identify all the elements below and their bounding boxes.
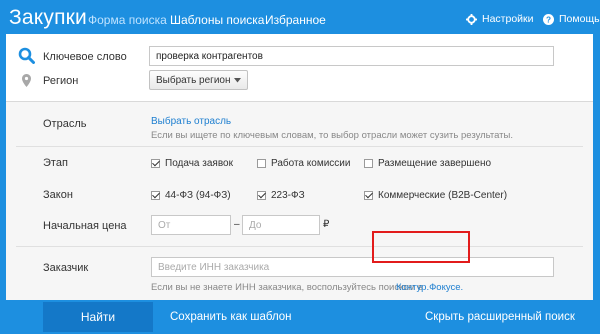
checkbox[interactable] [364, 159, 373, 168]
industry-hint: Если вы ищете по ключевым словам, то выб… [151, 130, 514, 141]
checkbox-label: Коммерческие (B2B-Center) [378, 190, 508, 201]
location-pin-icon [22, 74, 31, 87]
checkbox-label: Размещение завершено [378, 158, 492, 169]
customer-hint: Если вы не знаете ИНН заказчика, восполь… [151, 282, 423, 293]
price-from-input[interactable]: От [151, 215, 231, 235]
checkbox-label: Работа комиссии [271, 158, 351, 169]
law-option-223fz[interactable]: 223-ФЗ [257, 190, 305, 201]
tab-search-form[interactable]: Форма поиска [88, 13, 167, 27]
stage-option-commission[interactable]: Работа комиссии [257, 158, 350, 169]
price-to-input[interactable]: До [242, 215, 320, 235]
settings-label: Настройки [482, 13, 534, 25]
law-label: Закон [43, 189, 73, 201]
checkbox-label: 223-ФЗ [271, 190, 305, 201]
hide-advanced-search-link[interactable]: Скрыть расширенный поиск [425, 311, 575, 323]
checkbox-label: 44-ФЗ (94-ФЗ) [165, 190, 231, 201]
svg-text:?: ? [546, 15, 551, 24]
customer-inn-input[interactable]: Введите ИНН заказчика [151, 257, 554, 277]
checkbox-label: Подача заявок [165, 158, 233, 169]
settings-link[interactable]: Настройки [466, 13, 534, 25]
tab-search-templates[interactable]: Шаблоны поиска [170, 13, 264, 27]
price-dash: – [234, 219, 240, 230]
save-template-link[interactable]: Сохранить как шаблон [170, 311, 292, 323]
keyword-label: Ключевое слово [43, 51, 127, 63]
gear-icon [466, 13, 477, 25]
region-select-value: Выбрать регион [156, 74, 231, 86]
keyword-input[interactable]: проверка контрагентов [149, 46, 554, 66]
search-panel: Ключевое слово проверка контрагентов Рег… [6, 34, 593, 300]
checkbox[interactable] [364, 191, 373, 200]
help-label: Помощь [559, 13, 600, 25]
divider [16, 246, 583, 247]
stage-option-completed[interactable]: Размещение завершено [364, 158, 491, 169]
top-bar: Закупки Форма поиска Шаблоны поиска Избр… [0, 0, 600, 38]
divider [16, 146, 583, 147]
region-label: Регион [43, 75, 79, 87]
customer-label: Заказчик [43, 262, 89, 274]
tab-favorites[interactable]: Избранное [265, 13, 326, 27]
stage-option-submission[interactable]: Подача заявок [151, 158, 233, 169]
select-industry-link[interactable]: Выбрать отрасль [151, 116, 231, 127]
search-icon [18, 47, 35, 64]
law-option-commercial[interactable]: Коммерческие (B2B-Center) [364, 190, 507, 201]
kontur-focus-link[interactable]: Контур.Фокусе. [396, 282, 463, 293]
question-icon: ? [543, 13, 554, 25]
advanced-search-section: Отрасль Выбрать отрасль Если вы ищете по… [6, 102, 593, 300]
checkbox[interactable] [257, 159, 266, 168]
currency-sign: ₽ [323, 219, 330, 230]
industry-label: Отрасль [43, 118, 87, 130]
price-label: Начальная цена [43, 220, 127, 232]
law-option-44fz[interactable]: 44-ФЗ (94-ФЗ) [151, 190, 231, 201]
checkbox[interactable] [257, 191, 266, 200]
checkbox[interactable] [151, 191, 160, 200]
region-select[interactable]: Выбрать регион [149, 70, 248, 90]
app-title: Закупки [9, 6, 87, 29]
chevron-down-icon [234, 77, 241, 82]
find-button[interactable]: Найти [43, 302, 153, 332]
highlight-box [372, 231, 470, 263]
main-search-section: Ключевое слово проверка контрагентов Рег… [6, 34, 593, 102]
checkbox[interactable] [151, 159, 160, 168]
help-link[interactable]: ? Помощь [543, 13, 600, 25]
stage-label: Этап [43, 157, 68, 169]
